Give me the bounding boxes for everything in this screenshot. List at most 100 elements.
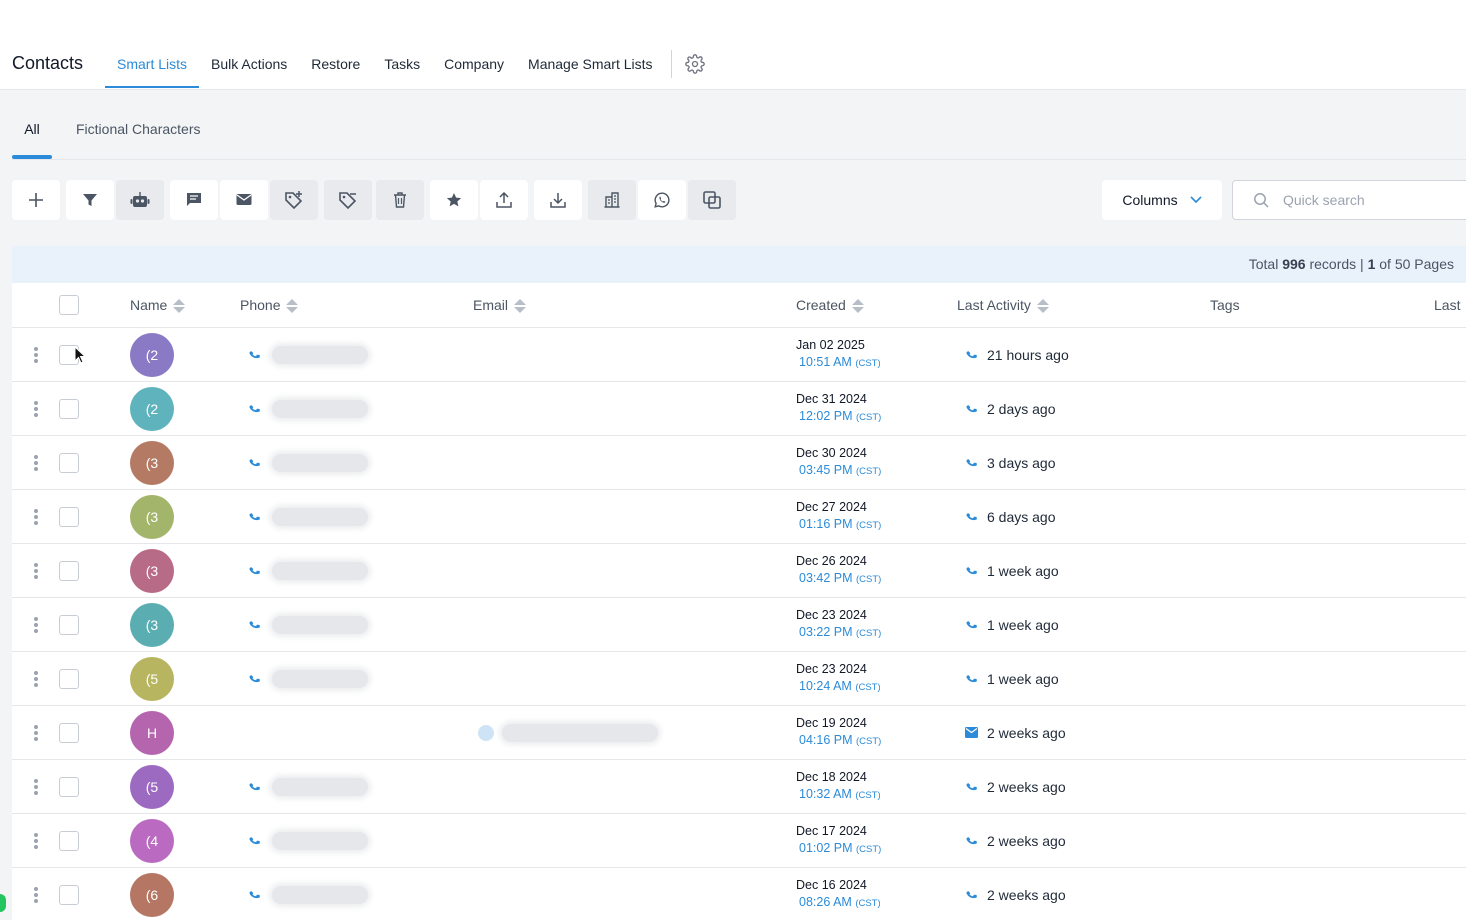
tab-tasks[interactable]: Tasks: [372, 40, 432, 88]
export-button[interactable]: [480, 180, 528, 220]
add-tag-button[interactable]: [270, 180, 318, 220]
email-redacted: [502, 724, 658, 742]
column-phone[interactable]: Phone: [240, 283, 299, 328]
subtab-all[interactable]: All: [12, 100, 52, 159]
phone-icon[interactable]: [248, 887, 262, 906]
phone-icon[interactable]: [248, 455, 262, 474]
column-tags[interactable]: Tags: [1210, 283, 1240, 328]
row-menu-icon[interactable]: [34, 725, 38, 741]
phone-icon[interactable]: [248, 779, 262, 798]
remove-tag-button[interactable]: [324, 180, 372, 220]
sort-icon: [851, 298, 864, 313]
phone-redacted: [272, 562, 368, 580]
phone-icon[interactable]: [248, 833, 262, 852]
columns-dropdown[interactable]: Columns: [1102, 180, 1222, 220]
quick-search: [1232, 180, 1466, 220]
avatar[interactable]: (2: [130, 333, 174, 377]
phone-icon[interactable]: [248, 347, 262, 366]
tab-smart-lists[interactable]: Smart Lists: [105, 40, 200, 88]
last-activity: 1 week ago: [987, 617, 1059, 633]
row-checkbox[interactable]: [59, 723, 79, 743]
table-row[interactable]: H Dec 19 2024 04:16 PM (CST) 2 weeks ago: [12, 706, 1466, 760]
phone-redacted: [272, 616, 368, 634]
row-menu-icon[interactable]: [34, 347, 38, 363]
table-row[interactable]: (5 Dec 18 2024 10:32 AM (CST) 2 weeks ago: [12, 760, 1466, 814]
table-row[interactable]: (4 Dec 17 2024 01:02 PM (CST) 2 weeks ago: [12, 814, 1466, 868]
search-icon: [1254, 193, 1269, 208]
row-menu-icon[interactable]: [34, 671, 38, 687]
send-email-button[interactable]: [220, 180, 268, 220]
column-name[interactable]: Name: [130, 283, 186, 328]
table-row[interactable]: (3 Dec 30 2024 03:45 PM (CST) 3 days ago: [12, 436, 1466, 490]
row-menu-icon[interactable]: [34, 563, 38, 579]
avatar[interactable]: (2: [130, 387, 174, 431]
created-time: 10:24 AM (CST): [799, 679, 881, 693]
table-row[interactable]: (2 Jan 02 2025 10:51 AM (CST) 21 hours ago: [12, 328, 1466, 382]
avatar[interactable]: (3: [130, 603, 174, 647]
gear-icon[interactable]: [680, 49, 710, 79]
avatar[interactable]: (3: [130, 495, 174, 539]
row-menu-icon[interactable]: [34, 887, 38, 903]
avatar[interactable]: (3: [130, 441, 174, 485]
row-checkbox[interactable]: [59, 561, 79, 581]
subtab-fictional-characters[interactable]: Fictional Characters: [76, 100, 201, 158]
phone-icon[interactable]: [248, 401, 262, 420]
avatar[interactable]: (4: [130, 819, 174, 863]
table-row[interactable]: (2 Dec 31 2024 12:02 PM (CST) 2 days ago: [12, 382, 1466, 436]
row-menu-icon[interactable]: [34, 401, 38, 417]
table-row[interactable]: (6 Dec 16 2024 08:26 AM (CST) 2 weeks ago: [12, 868, 1466, 920]
row-checkbox[interactable]: [59, 507, 79, 527]
phone-icon[interactable]: [248, 563, 262, 582]
row-menu-icon[interactable]: [34, 509, 38, 525]
table-row[interactable]: (3 Dec 26 2024 03:42 PM (CST) 1 week ago: [12, 544, 1466, 598]
tab-restore[interactable]: Restore: [299, 40, 372, 88]
avatar[interactable]: (5: [130, 765, 174, 809]
row-checkbox[interactable]: [59, 777, 79, 797]
table-row[interactable]: (3 Dec 27 2024 01:16 PM (CST) 6 days ago: [12, 490, 1466, 544]
column-created[interactable]: Created: [796, 283, 864, 328]
avatar[interactable]: (3: [130, 549, 174, 593]
row-checkbox[interactable]: [59, 669, 79, 689]
created-time: 01:02 PM (CST): [799, 841, 882, 855]
review-button[interactable]: [430, 180, 478, 220]
created-date: Dec 23 2024: [796, 662, 867, 676]
select-all-checkbox[interactable]: [59, 295, 79, 315]
avatar[interactable]: (6: [130, 873, 174, 917]
phone-icon[interactable]: [248, 671, 262, 690]
column-last-activity[interactable]: Last Activity: [957, 283, 1049, 328]
filter-button[interactable]: [66, 180, 114, 220]
tab-manage-smart-lists[interactable]: Manage Smart Lists: [516, 40, 665, 88]
tab-bulk-actions[interactable]: Bulk Actions: [199, 40, 299, 88]
row-menu-icon[interactable]: [34, 779, 38, 795]
phone-icon[interactable]: [248, 617, 262, 636]
workflow-button[interactable]: [116, 180, 164, 220]
row-menu-icon[interactable]: [34, 455, 38, 471]
message-icon: [187, 193, 201, 206]
phone-redacted: [272, 454, 368, 472]
search-input[interactable]: [1283, 192, 1463, 208]
delete-button[interactable]: [376, 180, 424, 220]
created-time: 03:45 PM (CST): [799, 463, 882, 477]
table-row[interactable]: (3 Dec 23 2024 03:22 PM (CST) 1 week ago: [12, 598, 1466, 652]
company-button[interactable]: [588, 180, 636, 220]
row-checkbox[interactable]: [59, 453, 79, 473]
whatsapp-button[interactable]: [638, 180, 686, 220]
row-checkbox[interactable]: [59, 831, 79, 851]
row-checkbox[interactable]: [59, 399, 79, 419]
avatar[interactable]: (5: [130, 657, 174, 701]
merge-duplicates-button[interactable]: [688, 180, 736, 220]
column-last[interactable]: Last: [1434, 283, 1460, 328]
phone-icon[interactable]: [248, 509, 262, 528]
column-email[interactable]: Email: [473, 283, 527, 328]
smart-list-tabs: All Fictional Characters: [12, 100, 1466, 160]
send-sms-button[interactable]: [170, 180, 218, 220]
table-row[interactable]: (5 Dec 23 2024 10:24 AM (CST) 1 week ago: [12, 652, 1466, 706]
row-checkbox[interactable]: [59, 885, 79, 905]
add-contact-button[interactable]: [12, 180, 60, 220]
tab-company[interactable]: Company: [432, 40, 516, 88]
row-checkbox[interactable]: [59, 615, 79, 635]
row-menu-icon[interactable]: [34, 833, 38, 849]
import-button[interactable]: [534, 180, 582, 220]
avatar[interactable]: H: [130, 711, 174, 755]
row-menu-icon[interactable]: [34, 617, 38, 633]
